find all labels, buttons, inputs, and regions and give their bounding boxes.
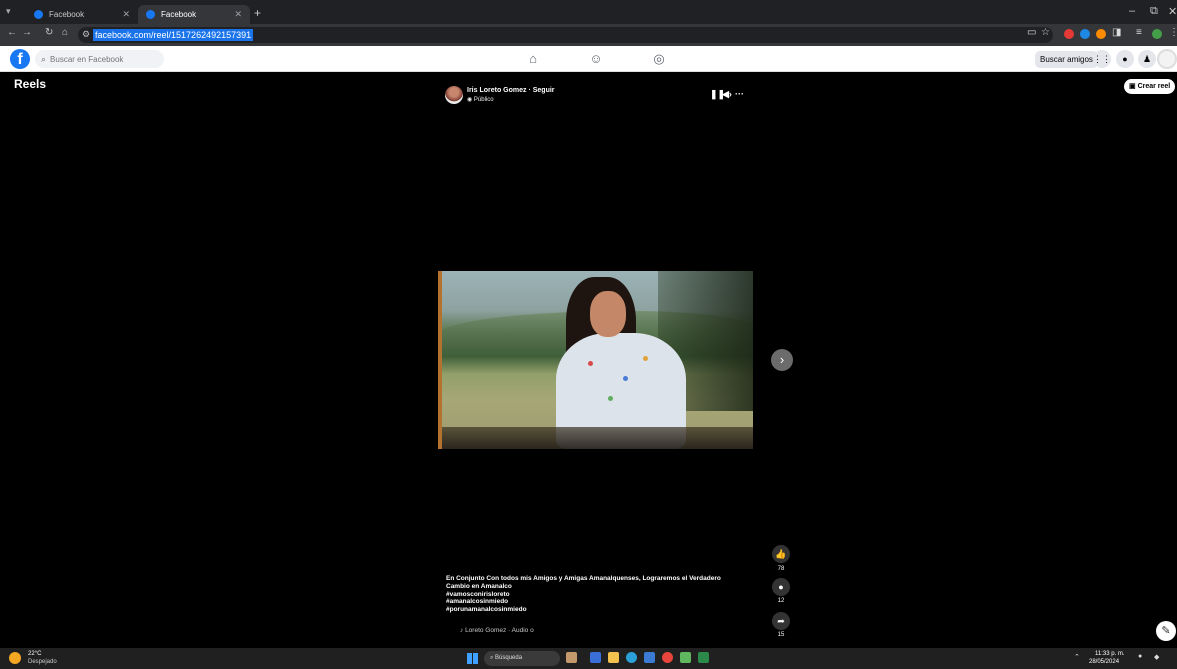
notifications-bell-icon[interactable]: ♟ — [1138, 50, 1156, 68]
volume-icon[interactable]: ◀› — [722, 89, 732, 100]
caption-line: Cambio en Amanalco — [446, 582, 512, 590]
browser-tab-active[interactable]: Facebook ✕ — [138, 5, 250, 24]
hashtag-link[interactable]: #vamosconirisloreto — [446, 591, 746, 599]
site-info-icon[interactable]: ⚙ — [82, 29, 90, 40]
hashtag-link[interactable]: #amanalcosinmiedo — [446, 598, 746, 606]
chrome-icon[interactable] — [662, 652, 673, 663]
tab-title: Facebook — [161, 10, 197, 19]
back-arrow-icon[interactable]: ← — [7, 27, 17, 38]
minimize-button[interactable]: – — [1129, 5, 1135, 17]
like-thumb-icon[interactable]: 👍 — [772, 545, 790, 563]
bookmark-star-icon[interactable]: ☆ — [1041, 27, 1050, 38]
maximize-button[interactable]: ⧉ — [1150, 5, 1158, 18]
windows-taskbar — [0, 648, 1177, 669]
url-text[interactable]: facebook.com/reel/1517262492157391 — [93, 29, 254, 41]
browser-menu-icon[interactable]: ⋮ — [1169, 27, 1177, 38]
tray-chevron-icon[interactable]: ⌃ — [1074, 653, 1080, 661]
weather-description[interactable]: Despejado — [28, 659, 57, 665]
close-window-button[interactable]: ✕ — [1168, 5, 1177, 18]
new-tab-button[interactable]: + — [254, 6, 261, 20]
search-input[interactable] — [50, 54, 151, 64]
globe-icon: ◉ — [467, 97, 474, 103]
gaming-nav-icon[interactable]: ◎ — [650, 51, 668, 67]
create-reel-label: Crear reel — [1137, 83, 1171, 90]
taskbar-search[interactable]: ⌕ Búsqueda — [484, 651, 560, 666]
more-options-icon[interactable]: ··· — [735, 89, 744, 99]
privacy-label: ◉ Público — [467, 96, 494, 103]
task-view-icon[interactable] — [590, 652, 601, 663]
notification-bell-icon[interactable]: ● — [1138, 653, 1142, 660]
home-nav-icon[interactable]: ⌂ — [524, 51, 542, 67]
browser-tab[interactable]: Facebook ✕ — [26, 5, 138, 24]
next-reel-button[interactable]: › — [771, 349, 793, 371]
home-icon[interactable]: ⌂ — [62, 27, 68, 38]
reel-icon: ▣ — [1129, 83, 1138, 90]
comment-count: 12 — [777, 598, 785, 604]
facebook-favicon-icon — [146, 10, 155, 19]
file-explorer-icon[interactable] — [608, 652, 619, 663]
weather-temperature[interactable]: 22°C — [28, 651, 41, 657]
author-avatar[interactable] — [445, 86, 463, 104]
audio-attribution[interactable]: ♪ Loreto Gomez · Audio o — [460, 627, 534, 634]
menu-grid-icon[interactable]: ⋮⋮ — [1093, 50, 1111, 68]
reload-icon[interactable]: ↻ — [45, 27, 53, 38]
comment-icon[interactable]: ● — [772, 578, 790, 596]
facebook-logo-icon[interactable]: f — [10, 49, 30, 69]
clock-date[interactable]: 28/05/2024 — [1089, 659, 1119, 665]
tab-title: Facebook — [49, 10, 85, 19]
windows-start-icon[interactable] — [467, 653, 478, 664]
create-reel-button[interactable]: ▣ Crear reel — [1124, 79, 1176, 94]
reel-caption: En Conjunto Con todos mis Amigos y Amiga… — [446, 575, 746, 614]
friends-nav-icon[interactable]: ☺ — [587, 51, 605, 67]
find-friends-button[interactable]: Buscar amigos — [1035, 51, 1098, 68]
new-message-button[interactable]: ✎ — [1156, 621, 1176, 641]
extension-icon[interactable] — [1096, 29, 1106, 39]
messenger-icon[interactable]: ● — [1116, 50, 1134, 68]
store-icon[interactable] — [644, 652, 655, 663]
extension-icon[interactable] — [1064, 29, 1074, 39]
tab-search-icon[interactable]: ▾ — [6, 6, 11, 17]
caption-line: En Conjunto Con todos mis Amigos y Amiga… — [446, 575, 721, 582]
taskbar-app-icon[interactable] — [680, 652, 691, 663]
privacy-text: Público — [473, 97, 494, 103]
taskbar-app-icon[interactable] — [698, 652, 709, 663]
share-count: 15 — [777, 632, 785, 638]
edge-browser-icon[interactable] — [626, 652, 637, 663]
close-tab-icon[interactable]: ✕ — [234, 9, 242, 20]
profile-icon[interactable] — [1152, 29, 1162, 39]
weather-sun-icon[interactable] — [9, 652, 21, 664]
taskbar-search-label: Búsqueda — [495, 655, 523, 661]
clock-time[interactable]: 11:33 p. m. — [1095, 651, 1125, 657]
reading-list-icon[interactable]: ≡ — [1136, 27, 1142, 38]
hashtag-link[interactable]: #porunamanalcosinmiedo — [446, 606, 746, 614]
cast-icon[interactable]: ▭ — [1027, 27, 1036, 38]
copilot-icon[interactable]: ◆ — [1154, 653, 1159, 661]
audio-text: Loreto Gomez · Audio o — [465, 627, 534, 634]
like-count: 78 — [777, 566, 785, 572]
close-tab-icon[interactable]: ✕ — [122, 9, 130, 20]
facebook-favicon-icon — [34, 10, 43, 19]
search-icon: ⌕ — [41, 53, 47, 64]
author-name-follow[interactable]: Iris Loreto Gomez · Seguir — [467, 87, 555, 94]
share-icon[interactable]: ➦ — [772, 612, 790, 630]
facebook-search[interactable]: ⌕ — [35, 50, 164, 68]
extensions-puzzle-icon[interactable]: ◨ — [1112, 27, 1121, 38]
forward-arrow-icon[interactable]: → — [22, 27, 32, 38]
widgets-icon[interactable] — [566, 652, 577, 663]
profile-avatar[interactable] — [1157, 49, 1177, 69]
page-title: Reels — [14, 77, 47, 91]
reel-video[interactable] — [438, 271, 753, 449]
extension-icon[interactable] — [1080, 29, 1090, 39]
